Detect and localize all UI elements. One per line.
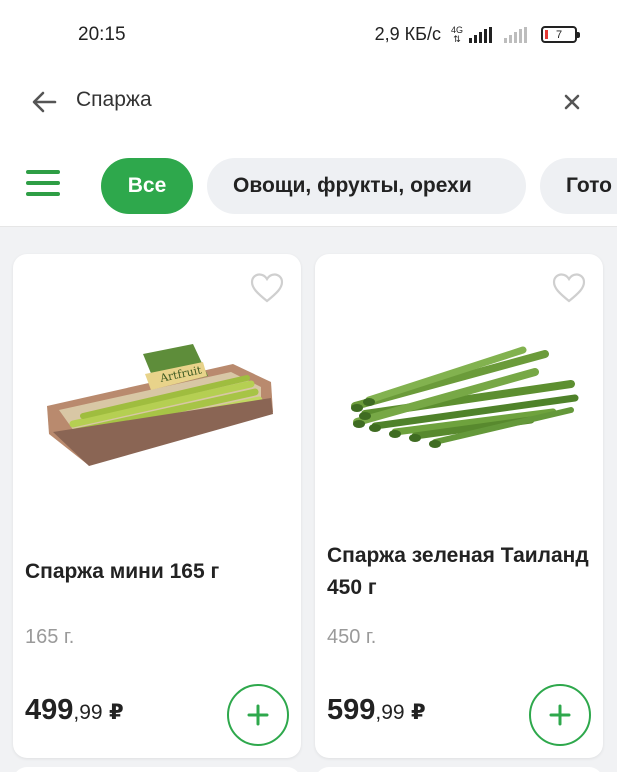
product-image: [351, 346, 579, 448]
chip-ready-food[interactable]: Гото: [540, 158, 617, 214]
product-card[interactable]: Спаржа зеленая Таиланд 450 г 450 г. 599,…: [315, 254, 603, 758]
status-indicators: 2,9 КБ/с 4G ⇅ 7: [374, 24, 580, 45]
product-price: 499,99 ₽: [25, 694, 124, 727]
chip-vegetables-fruits-nuts[interactable]: Овощи, фрукты, орехи: [207, 158, 526, 214]
price-decimal: ,99: [73, 701, 103, 724]
product-price: 599,99 ₽: [327, 694, 426, 727]
product-weight: 165 г.: [25, 626, 75, 648]
product-weight: 450 г.: [327, 626, 377, 648]
menu-icon[interactable]: [26, 170, 60, 196]
plus-icon: [247, 704, 269, 726]
network-speed: 2,9 КБ/с: [374, 24, 441, 44]
favorite-heart-icon[interactable]: [249, 270, 285, 306]
signal-weak-icon: [504, 26, 527, 43]
product-card[interactable]: Artfruit Спаржа мини 165 г 165 г. 499,99…: [13, 254, 301, 758]
product-card-partial: [13, 767, 301, 772]
search-bar: Спаржа: [0, 72, 617, 134]
plus-icon: [549, 704, 571, 726]
product-grid: Artfruit Спаржа мини 165 г 165 г. 499,99…: [0, 226, 617, 772]
signal-strong-icon: [469, 26, 492, 43]
battery-icon: 7: [541, 26, 580, 43]
add-to-cart-button[interactable]: [227, 684, 289, 746]
network-type-icon: 4G ⇅: [450, 24, 463, 44]
price-decimal: ,99: [375, 701, 405, 724]
favorite-heart-icon[interactable]: [551, 270, 587, 306]
back-button[interactable]: [28, 86, 60, 118]
search-input[interactable]: Спаржа: [76, 88, 152, 112]
product-name[interactable]: Спаржа мини 165 г: [25, 556, 291, 588]
product-card-partial: [315, 767, 603, 772]
status-bar: 20:15 2,9 КБ/с 4G ⇅ 7: [0, 0, 617, 72]
product-image: Artfruit: [47, 344, 273, 466]
arrow-left-icon: [32, 91, 57, 113]
product-name[interactable]: Спаржа зеленая Таиланд 450 г: [327, 540, 593, 604]
category-filter-bar: Все Овощи, фрукты, орехи Гото: [0, 134, 617, 226]
status-time: 20:15: [78, 24, 126, 45]
price-integer: 499: [25, 694, 74, 726]
clear-search-button[interactable]: [556, 86, 588, 118]
price-integer: 599: [327, 694, 376, 726]
chip-all[interactable]: Все: [101, 158, 193, 214]
price-currency: ₽: [109, 701, 124, 724]
close-icon: [564, 94, 580, 110]
add-to-cart-button[interactable]: [529, 684, 591, 746]
price-currency: ₽: [411, 701, 426, 724]
